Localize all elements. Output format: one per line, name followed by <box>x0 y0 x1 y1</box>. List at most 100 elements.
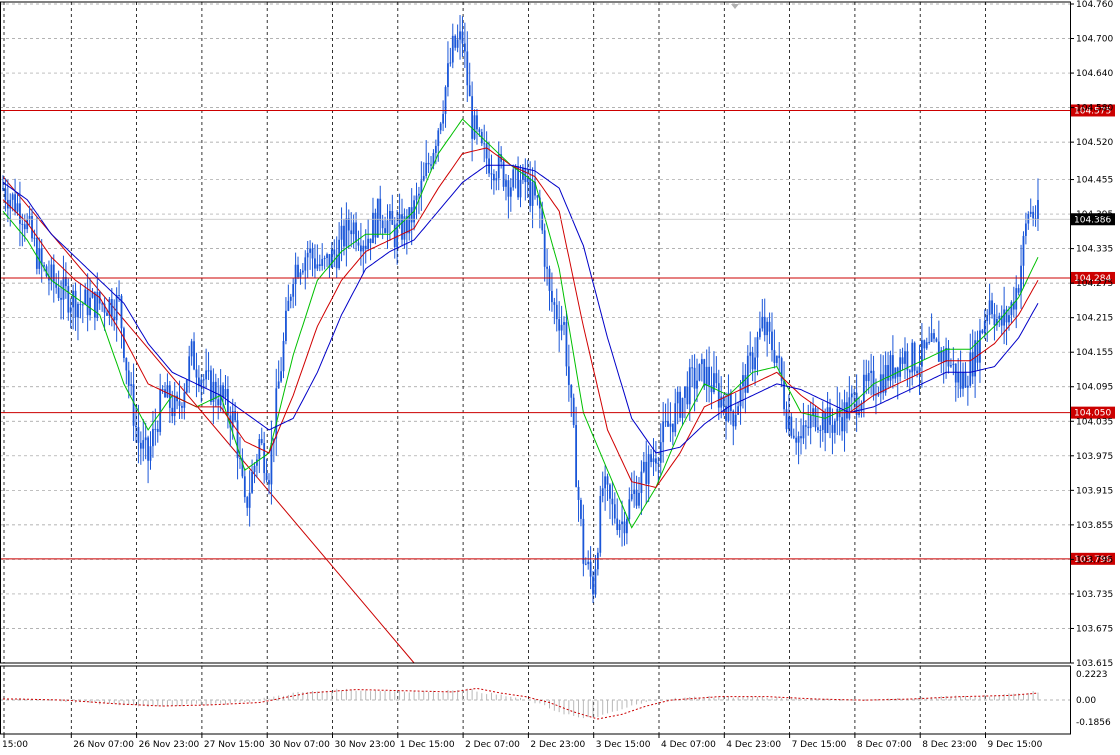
candle-body <box>966 385 969 388</box>
candle-body <box>314 258 316 269</box>
candle-body <box>650 454 652 463</box>
candle-body <box>193 341 195 370</box>
price-tick-label: 104.155 <box>1076 348 1113 358</box>
candle-body <box>705 366 708 387</box>
candle-body <box>567 366 570 385</box>
candle-body <box>386 220 389 233</box>
candle-body <box>422 175 425 181</box>
candle-body <box>285 310 287 341</box>
candle-body <box>635 489 638 506</box>
candle-body <box>819 429 822 431</box>
candle-body <box>323 257 326 260</box>
price-tick-label: 104.335 <box>1076 245 1113 255</box>
candle-body <box>908 370 911 373</box>
candle-body <box>372 212 374 244</box>
candle-body <box>127 370 130 386</box>
candle-body <box>959 372 962 389</box>
candle-body <box>459 31 461 40</box>
candle-body <box>850 393 853 398</box>
candle-body <box>911 342 914 373</box>
candle-body <box>611 498 614 505</box>
price-chart[interactable]: 104.575104.284104.050103.796104.386 104.… <box>0 0 1120 755</box>
candle-body <box>205 370 208 380</box>
candle-body <box>57 287 60 298</box>
candle-body <box>287 300 290 311</box>
candle-body <box>149 446 152 461</box>
candle-body <box>159 388 162 432</box>
candle-body <box>625 519 628 534</box>
candle-body <box>161 388 164 390</box>
candle-body <box>164 389 166 398</box>
candle-body <box>778 355 781 359</box>
candle-body <box>461 31 464 44</box>
candle-body <box>979 330 981 363</box>
candle-body <box>589 561 592 577</box>
candle-body <box>551 290 553 303</box>
candle-body <box>224 389 227 398</box>
candle-body <box>289 296 292 301</box>
candle-body <box>398 214 401 224</box>
candle-body <box>478 129 481 132</box>
candle-body <box>688 367 691 405</box>
candle-body <box>217 399 220 406</box>
candle-body <box>879 374 882 394</box>
candle-body <box>439 123 442 131</box>
candle-body <box>899 357 902 377</box>
candle-body <box>345 218 348 247</box>
candle-body <box>1032 211 1035 219</box>
candle-body <box>923 340 926 349</box>
candle-body <box>154 428 157 430</box>
candle-body <box>340 225 343 240</box>
candle-body <box>768 321 771 332</box>
candle-body <box>4 188 7 200</box>
candle-body <box>841 417 844 432</box>
candle-body <box>746 355 749 393</box>
candle-body <box>152 428 154 447</box>
time-tick-label: 7 Dec 15:00 <box>792 740 847 750</box>
candle-body <box>870 370 873 374</box>
candle-body <box>367 238 370 249</box>
candle-body <box>957 372 960 383</box>
price-tick-label: 104.095 <box>1076 383 1113 393</box>
candle-body <box>802 425 805 439</box>
candle-body <box>795 437 798 443</box>
candle-body <box>761 316 764 329</box>
candle-body <box>572 397 575 426</box>
candle-body <box>865 374 868 382</box>
candle-body <box>1037 199 1039 220</box>
candle-body <box>357 242 360 246</box>
time-tick-label: 2 Dec 07:00 <box>465 740 520 750</box>
candle-body <box>862 374 865 404</box>
candle-body <box>935 338 938 342</box>
candle-body <box>81 304 84 306</box>
candle-body <box>645 461 648 484</box>
candle-body <box>749 352 752 356</box>
price-tick-label: 103.615 <box>1076 659 1113 669</box>
candle-body <box>352 222 355 235</box>
candle-body <box>130 384 133 386</box>
candle-body <box>222 385 224 398</box>
candle-body <box>526 178 529 183</box>
candle-body <box>425 162 428 176</box>
candle-body <box>616 518 619 531</box>
candle-body <box>275 388 278 439</box>
candle-body <box>19 203 21 224</box>
candle-body <box>652 458 655 463</box>
candle-body <box>79 303 82 305</box>
candle-body <box>321 259 324 266</box>
candle-body <box>142 440 145 449</box>
candle-body <box>243 476 246 498</box>
candle-body <box>623 521 626 534</box>
time-tick-label: 1 Dec 15:00 <box>400 740 455 750</box>
candle-body <box>309 248 312 253</box>
candle-body <box>246 497 249 508</box>
candle-body <box>601 488 604 497</box>
candle-body <box>604 476 607 489</box>
candle-body <box>2 188 4 190</box>
candle-body <box>657 462 660 464</box>
candle-body <box>981 330 984 333</box>
candle-body <box>962 372 964 389</box>
candle-body <box>773 350 776 363</box>
candle-body <box>638 492 640 506</box>
candle-body <box>86 289 89 316</box>
